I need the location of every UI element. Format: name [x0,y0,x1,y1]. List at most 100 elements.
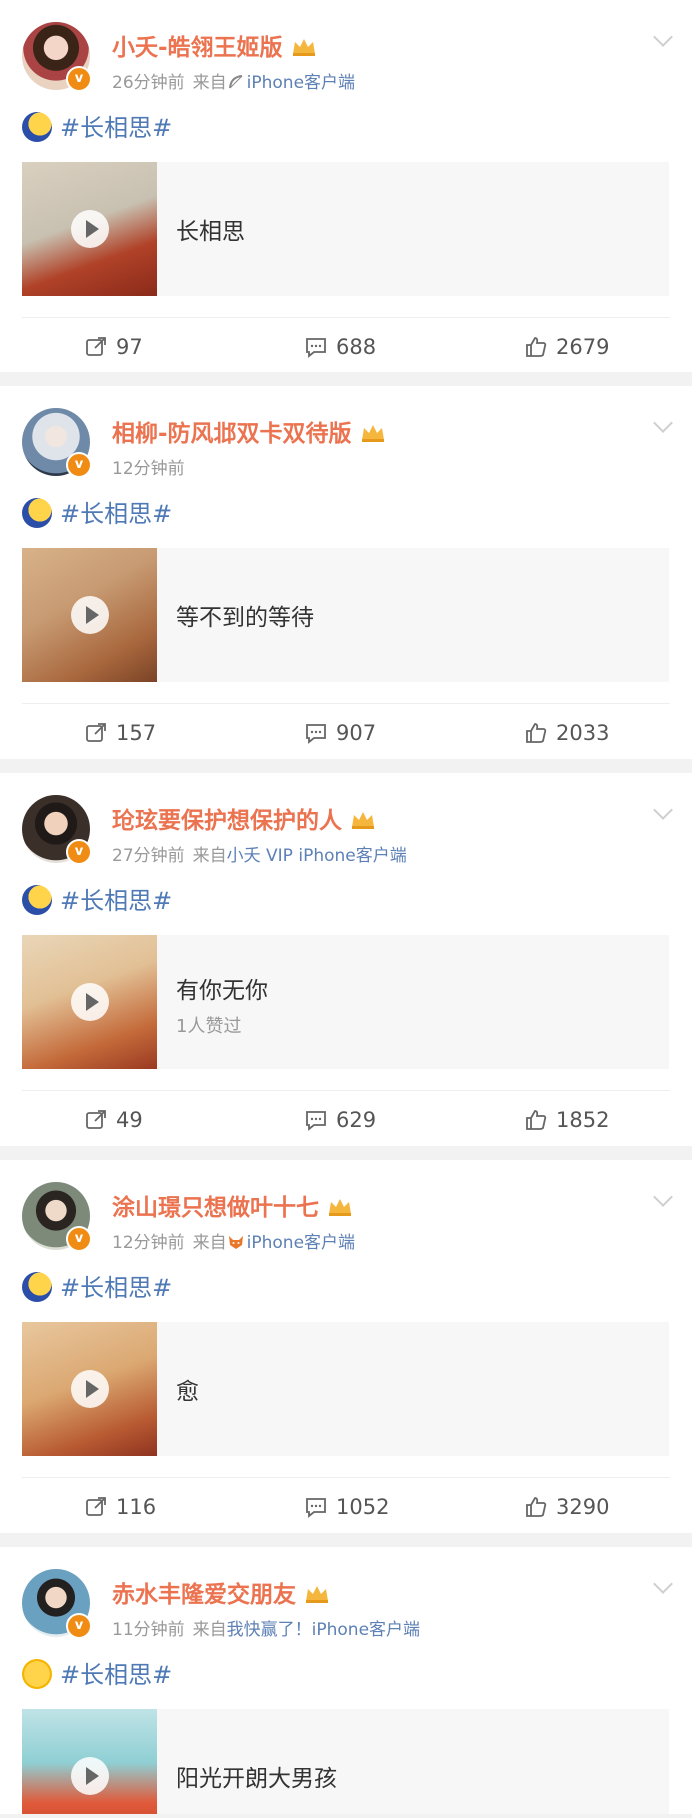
share-count: 157 [116,721,157,745]
username-label: 小夭-皓翎王姬版 [112,35,283,61]
username[interactable]: 涂山璟只想做叶十七 [112,1188,353,1222]
username[interactable]: 相柳-防风邶双卡双待版 [112,414,386,448]
like-count: 2033 [556,721,610,745]
media-card[interactable]: 愈 [22,1322,669,1456]
media-title: 有你无你 [176,978,268,1004]
topic-hashtag[interactable]: #长相思# [60,114,172,142]
post-card: v 小夭-皓翎王姬版 26分钟前 来自 iPhone客户端 #长相思# 长相思 97… [0,0,692,372]
avatar[interactable]: v [22,408,92,478]
chevron-down-icon[interactable] [653,1574,673,1594]
media-subtitle: 1人赞过 [176,1016,242,1037]
play-icon[interactable] [70,210,109,248]
topic-hashtag[interactable]: #长相思# [60,500,172,528]
post-time: 12分钟前 [112,459,185,479]
post-card: v 玱玹要保护想保护的人 27分钟前 来自小夭 VIP iPhone客户端 #长相… [0,773,692,1146]
video-thumbnail[interactable] [22,548,157,682]
source-prefix: 来自 [192,73,227,93]
comment-button[interactable]: 907 [304,718,376,748]
post-card: v 涂山璟只想做叶十七 12分钟前 来自 iPhone客户端 #长相思# 愈 116… [0,1160,692,1533]
media-card[interactable]: 有你无你 1人赞过 [22,935,669,1069]
moon-emoji-icon [22,1272,52,1302]
comment-button[interactable]: 1052 [304,1492,389,1522]
share-button[interactable]: 116 [84,1492,156,1522]
username[interactable]: 玱玹要保护想保护的人 [112,801,376,835]
video-thumbnail[interactable] [22,935,157,1069]
thumbs-up-icon [526,1110,547,1130]
comment-count: 629 [336,1108,377,1132]
media-card[interactable]: 阳光开朗大男孩 [22,1709,669,1814]
username[interactable]: 小夭-皓翎王姬版 [112,28,317,62]
play-icon[interactable] [70,596,109,634]
video-thumbnail[interactable] [22,1709,157,1814]
thumbs-up-icon [526,1497,547,1517]
share-icon [86,1110,106,1129]
divider [22,703,670,704]
share-icon [86,337,106,356]
action-bar: 49 629 1852 [0,1105,692,1135]
comment-icon [306,1111,326,1131]
source-link[interactable]: iPhone客户端 [247,1233,355,1253]
post-card: v 赤水丰隆爱交朋友 11分钟前 来自我快赢了！iPhone客户端 #长相思# 阳… [0,1547,692,1814]
verified-badge-icon: v [66,1226,92,1252]
source-prefix: 来自 [192,1620,227,1640]
like-button[interactable]: 2033 [524,718,609,748]
verified-badge-icon: v [66,1613,92,1639]
media-card[interactable]: 等不到的等待 [22,548,669,682]
share-button[interactable]: 157 [84,718,156,748]
video-thumbnail[interactable] [22,1322,157,1456]
sunglasses-emoji-icon [22,1659,52,1689]
avatar[interactable]: v [22,1569,92,1639]
comment-count: 1052 [336,1495,390,1519]
comment-button[interactable]: 629 [304,1105,376,1135]
topic-line: #长相思# [22,881,172,916]
source-link[interactable]: iPhone客户端 [247,73,355,93]
avatar[interactable]: v [22,795,92,865]
comment-icon [306,1498,326,1518]
media-title: 愈 [176,1379,199,1405]
crown-icon [329,1199,351,1216]
like-count: 3290 [556,1495,610,1519]
share-button[interactable]: 97 [84,332,143,362]
source-prefix: 来自 [192,846,227,866]
post-card: v 相柳-防风邶双卡双待版 12分钟前 #长相思# 等不到的等待 157 907 [0,386,692,759]
chevron-down-icon[interactable] [653,800,673,820]
chevron-down-icon[interactable] [653,413,673,433]
avatar[interactable]: v [22,1182,92,1252]
post-meta: 12分钟前 [112,454,185,479]
bow-icon [228,75,242,89]
comment-icon [306,338,326,358]
chevron-down-icon[interactable] [653,27,673,47]
action-bar: 157 907 2033 [0,718,692,748]
chevron-down-icon[interactable] [653,1187,673,1207]
media-title: 阳光开朗大男孩 [176,1766,337,1792]
media-card[interactable]: 长相思 [22,162,669,296]
post-time: 27分钟前 [112,846,185,866]
avatar[interactable]: v [22,22,92,92]
play-icon[interactable] [70,983,109,1021]
crown-icon [306,1586,328,1603]
topic-line: #长相思# [22,1655,172,1690]
post-meta: 12分钟前 来自 iPhone客户端 [112,1228,355,1253]
verified-badge-icon: v [66,839,92,865]
source-link[interactable]: 我快赢了！iPhone客户端 [227,1620,420,1640]
play-icon[interactable] [70,1370,109,1408]
crown-icon [292,39,315,56]
topic-hashtag[interactable]: #长相思# [60,887,172,915]
username[interactable]: 赤水丰隆爱交朋友 [112,1575,330,1609]
crown-icon [361,425,384,442]
video-thumbnail[interactable] [22,162,157,296]
like-button[interactable]: 2679 [524,332,609,362]
topic-hashtag[interactable]: #长相思# [60,1274,172,1302]
share-button[interactable]: 49 [84,1105,143,1135]
post-meta: 11分钟前 来自我快赢了！iPhone客户端 [112,1615,420,1640]
source-link[interactable]: 小夭 VIP iPhone客户端 [227,846,407,866]
like-button[interactable]: 1852 [524,1105,609,1135]
share-count: 116 [116,1495,157,1519]
play-icon[interactable] [70,1757,109,1795]
moon-emoji-icon [22,498,52,528]
comment-button[interactable]: 688 [304,332,376,362]
topic-hashtag[interactable]: #长相思# [60,1661,172,1689]
post-meta: 27分钟前 来自小夭 VIP iPhone客户端 [112,841,407,866]
like-button[interactable]: 3290 [524,1492,609,1522]
crown-icon [352,812,374,829]
